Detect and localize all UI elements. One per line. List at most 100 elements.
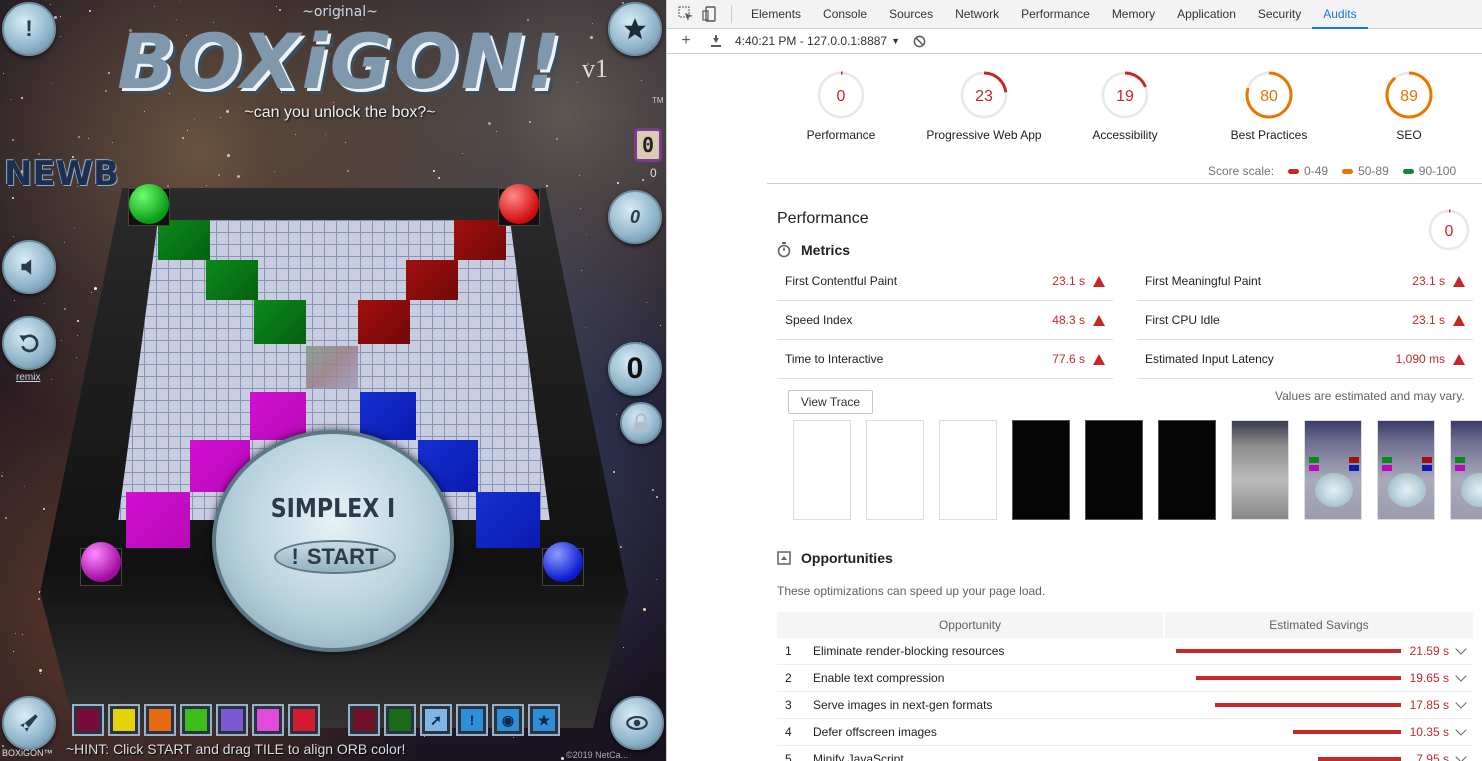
chevron-down-icon[interactable] xyxy=(1455,724,1467,736)
opportunity-name: Enable text compression xyxy=(813,671,945,685)
devtools-tab-list: Elements Console Sources Network Performance… xyxy=(740,0,1368,29)
tab-application[interactable]: Application xyxy=(1166,0,1247,29)
opportunity-row[interactable]: 2 Enable text compression 19.65 s xyxy=(777,665,1473,692)
tile-red[interactable] xyxy=(406,260,458,300)
tab-audits[interactable]: Audits xyxy=(1312,0,1368,29)
game-canvas[interactable]: ! ~original~ BOXiGON! ~can you unlock th… xyxy=(0,0,666,761)
start-dome[interactable]: SIMPLEX I ! START xyxy=(212,430,454,652)
toolbar-button-8[interactable] xyxy=(348,704,380,736)
metric-name: Time to Interactive xyxy=(785,352,884,366)
toolbar-button-13[interactable]: ★ xyxy=(528,704,560,736)
chevron-down-icon[interactable] xyxy=(1455,751,1467,761)
orange-tile-icon xyxy=(149,709,171,731)
category-gauges: 0 Performance 23 Progressive Web App 19 Acces… xyxy=(777,68,1477,152)
gauge-score: 80 xyxy=(1260,88,1278,105)
metric-name: First Contentful Paint xyxy=(785,274,898,288)
tab-performance[interactable]: Performance xyxy=(1010,0,1101,29)
metric-name: Estimated Input Latency xyxy=(1145,352,1274,366)
view-trace-button[interactable]: View Trace xyxy=(788,390,873,414)
opportunity-row[interactable]: 3 Serve images in next-gen formats 17.85… xyxy=(777,692,1473,719)
tile-red[interactable] xyxy=(454,220,506,260)
chevron-down-icon[interactable] xyxy=(1455,697,1467,709)
tile-red[interactable] xyxy=(358,300,410,344)
clear-icon[interactable] xyxy=(908,30,930,52)
savings-bar-track xyxy=(1171,757,1401,761)
start-button[interactable]: ! START xyxy=(274,540,396,574)
gauge-accessibility[interactable]: 19 Accessibility xyxy=(1045,68,1205,142)
toolbar-button-5[interactable] xyxy=(216,704,248,736)
chevron-down-icon[interactable] xyxy=(1455,670,1467,682)
savings-column-header: Estimated Savings xyxy=(1269,618,1369,632)
gauge-best-practices[interactable]: 80 Best Practices xyxy=(1189,68,1349,142)
tile-magenta[interactable] xyxy=(126,492,190,548)
toolbar-button-7[interactable] xyxy=(288,704,320,736)
inspect-icon[interactable] xyxy=(675,3,697,25)
savings-bar xyxy=(1196,676,1401,680)
toolbar-button-12[interactable]: ◉ xyxy=(492,704,524,736)
chevron-down-icon[interactable] xyxy=(1455,643,1467,655)
tile-green[interactable] xyxy=(158,220,210,260)
tab-memory[interactable]: Memory xyxy=(1101,0,1166,29)
yellow-tile-icon xyxy=(113,709,135,731)
magenta-tile-icon xyxy=(257,709,279,731)
opportunity-name: Serve images in next-gen formats xyxy=(813,698,993,712)
metric-value: 48.3 s xyxy=(1052,313,1085,327)
savings-bar-track xyxy=(1171,676,1401,680)
opportunity-row[interactable]: 1 Eliminate render-blocking resources 21… xyxy=(777,638,1473,665)
tab-security[interactable]: Security xyxy=(1247,0,1312,29)
launch-button[interactable] xyxy=(2,696,56,750)
tile-green[interactable] xyxy=(206,260,258,300)
help-button[interactable]: ! xyxy=(2,2,56,56)
gauge-progressive-web-app[interactable]: 23 Progressive Web App xyxy=(904,68,1064,142)
toolbar-button-9[interactable] xyxy=(384,704,416,736)
device-toolbar-icon[interactable] xyxy=(699,3,721,25)
favorite-button[interactable] xyxy=(608,2,662,56)
tile-blue[interactable] xyxy=(476,492,540,548)
tile-green[interactable] xyxy=(254,300,306,344)
toolbar-button-1[interactable] xyxy=(72,704,104,736)
stopwatch-icon xyxy=(777,242,791,258)
remix-label[interactable]: remix xyxy=(16,372,40,383)
toolbar-button-3[interactable] xyxy=(144,704,176,736)
score-scale-label: Score scale: xyxy=(1208,164,1275,178)
tile-blue[interactable] xyxy=(360,392,416,440)
star-tool-icon: ★ xyxy=(533,709,555,731)
tab-console[interactable]: Console xyxy=(812,0,878,29)
savings-bar-track xyxy=(1171,649,1401,653)
tab-elements[interactable]: Elements xyxy=(740,0,812,29)
metric-value: 1,090 ms xyxy=(1395,352,1445,366)
tile-magenta[interactable] xyxy=(250,392,306,440)
plus-icon[interactable]: + xyxy=(675,30,697,52)
explosion-tile-icon xyxy=(77,709,99,731)
toolbar-button-2[interactable] xyxy=(108,704,140,736)
opportunity-row[interactable]: 5 Minify JavaScript 7.95 s xyxy=(777,746,1473,761)
opportunity-row[interactable]: 4 Defer offscreen images 10.35 s xyxy=(777,719,1473,746)
hint-text: ~HINT: Click START and drag TILE to alig… xyxy=(66,741,406,757)
tab-network[interactable]: Network xyxy=(944,0,1010,29)
lock-icon xyxy=(634,413,648,432)
filmstrip-frame xyxy=(1231,420,1289,520)
toolbar-button-11[interactable]: ! xyxy=(456,704,488,736)
filmstrip-frame xyxy=(939,420,997,520)
gauge-label: Progressive Web App xyxy=(926,128,1042,142)
tab-sources[interactable]: Sources xyxy=(878,0,944,29)
gauge-label: Accessibility xyxy=(1092,128,1158,142)
view-button[interactable] xyxy=(610,696,664,750)
toolbar-button-4[interactable] xyxy=(180,704,212,736)
score-scale-item: 0-49 xyxy=(1288,164,1328,178)
metric-row: Estimated Input Latency 1,090 ms xyxy=(1137,340,1473,379)
gauge-performance[interactable]: 0 Performance xyxy=(761,68,921,142)
toolbar-button-6[interactable] xyxy=(252,704,284,736)
orb-green xyxy=(129,184,169,224)
toolbar-button-10[interactable]: ➚ xyxy=(420,704,452,736)
green-tile-icon xyxy=(185,709,207,731)
game-title: ~original~ BOXiGON! ~can you unlock the … xyxy=(110,4,570,122)
performance-gauge: 0 xyxy=(1425,206,1473,257)
report-selector[interactable]: 4:40:21 PM - 127.0.0.1:8887 ▼ xyxy=(735,34,900,48)
gauge-label: Best Practices xyxy=(1230,128,1308,142)
metric-row: Speed Index 48.3 s xyxy=(777,301,1113,340)
gauge-seo[interactable]: 89 SEO xyxy=(1329,68,1482,142)
savings-value: 21.59 s xyxy=(1409,644,1449,658)
savings-value: 7.95 s xyxy=(1416,752,1449,761)
download-icon[interactable] xyxy=(705,30,727,52)
